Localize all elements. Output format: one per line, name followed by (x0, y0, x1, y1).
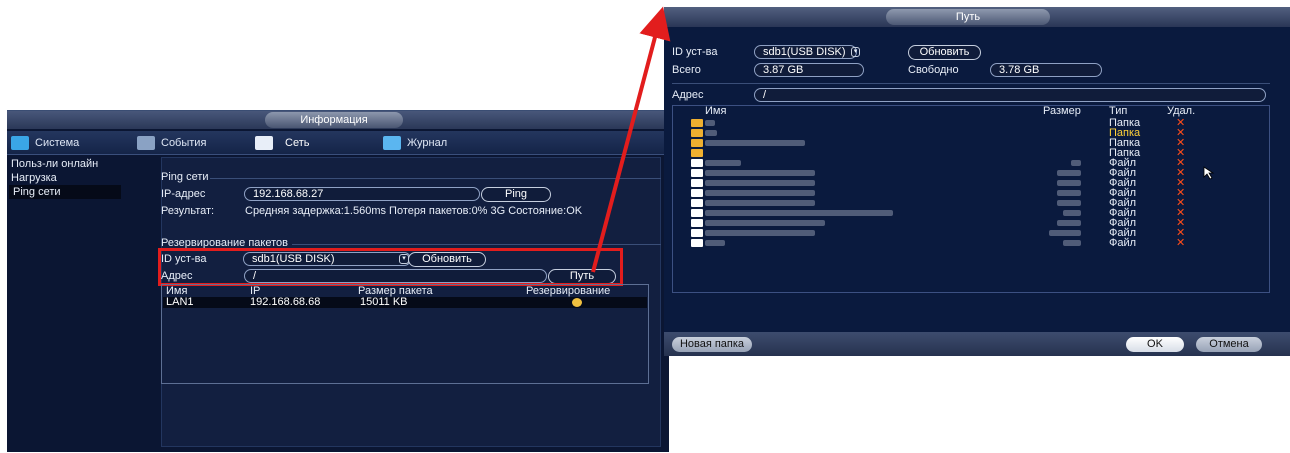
red-arrow (591, 6, 671, 273)
